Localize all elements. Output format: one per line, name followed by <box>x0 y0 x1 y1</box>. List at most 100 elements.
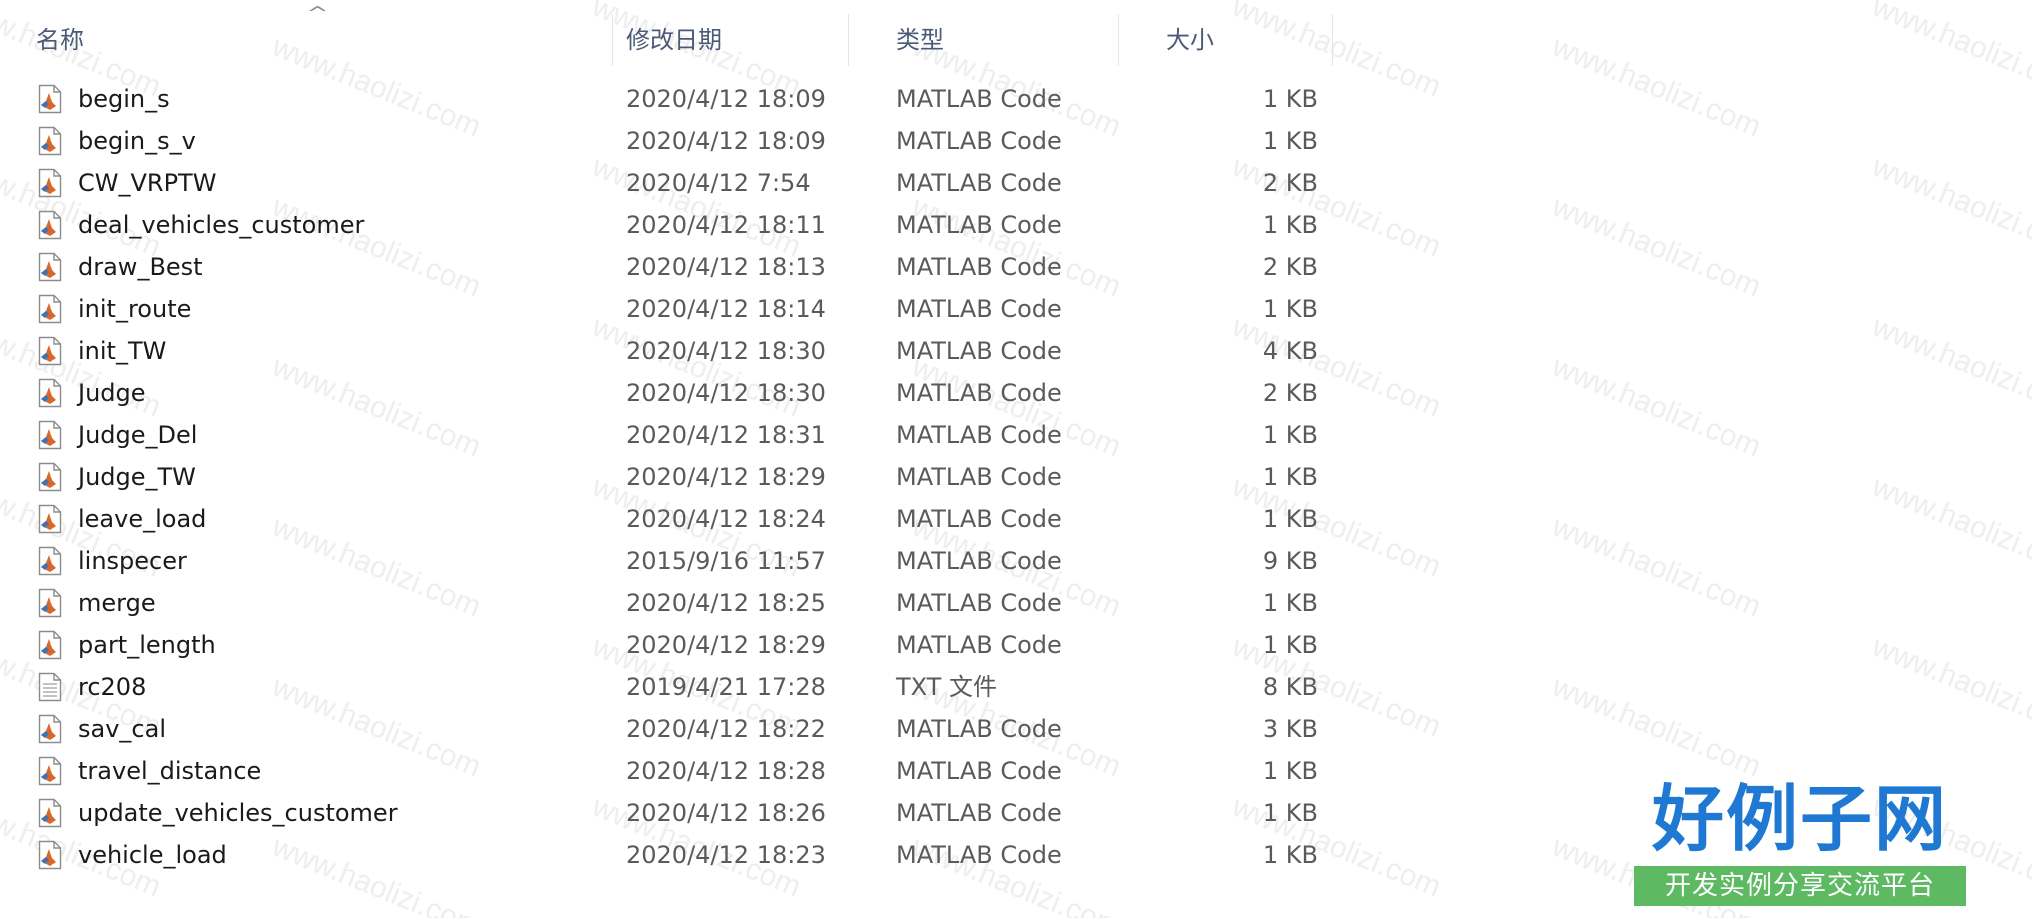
file-modified-date: 2020/4/12 18:09 <box>626 127 826 155</box>
column-header-date[interactable]: 修改日期 <box>626 0 886 80</box>
file-size: 1 KB <box>1262 211 1318 239</box>
file-row[interactable]: part_length 2020/4/12 18:29 MATLAB Code 1 K… <box>0 624 1340 666</box>
file-type: MATLAB Code <box>896 127 1062 155</box>
file-size: 1 KB <box>1262 421 1318 449</box>
file-type: TXT 文件 <box>896 673 997 701</box>
file-name: Judge <box>78 379 146 407</box>
matlab-file-icon <box>38 420 62 450</box>
file-row[interactable]: Judge_Del 2020/4/12 18:31 MATLAB Code 1 KB <box>0 414 1340 456</box>
column-header-type-label: 类型 <box>896 26 944 54</box>
file-list: begin_s 2020/4/12 18:09 MATLAB Code 1 KB beg… <box>0 78 1340 876</box>
file-modified-date: 2020/4/12 18:24 <box>626 505 826 533</box>
file-row[interactable]: Judge 2020/4/12 18:30 MATLAB Code 2 KB <box>0 372 1340 414</box>
file-type: MATLAB Code <box>896 757 1062 785</box>
watermark-text: www.haolizi.com <box>1867 310 2032 424</box>
file-type: MATLAB Code <box>896 505 1062 533</box>
file-type: MATLAB Code <box>896 715 1062 743</box>
column-header-name[interactable]: 名称 <box>36 0 606 80</box>
file-name: part_length <box>78 631 216 659</box>
column-divider[interactable] <box>1332 14 1333 66</box>
watermark-text: www.haolizi.com <box>1547 190 1766 304</box>
file-modified-date: 2020/4/12 18:30 <box>626 337 826 365</box>
file-modified-date: 2020/4/12 18:11 <box>626 211 826 239</box>
file-row[interactable]: init_route 2020/4/12 18:14 MATLAB Code 1 KB <box>0 288 1340 330</box>
file-name: leave_load <box>78 505 207 533</box>
file-row[interactable]: begin_s 2020/4/12 18:09 MATLAB Code 1 KB <box>0 78 1340 120</box>
file-size: 1 KB <box>1262 85 1318 113</box>
column-divider[interactable] <box>1118 14 1119 66</box>
file-name: sav_cal <box>78 715 166 743</box>
file-name: init_TW <box>78 337 167 365</box>
file-row[interactable]: update_vehicles_customer 2020/4/12 18:26 M… <box>0 792 1340 834</box>
matlab-file-icon <box>38 84 62 114</box>
file-name: linspecer <box>78 547 187 575</box>
file-type: MATLAB Code <box>896 379 1062 407</box>
file-size: 2 KB <box>1262 379 1318 407</box>
matlab-file-icon <box>38 336 62 366</box>
file-size: 8 KB <box>1262 673 1318 701</box>
file-explorer-list-view: www.haolizi.com www.haolizi.com www.haoliz… <box>0 0 2032 918</box>
matlab-file-icon <box>38 714 62 744</box>
file-type: MATLAB Code <box>896 841 1062 869</box>
file-row[interactable]: leave_load 2020/4/12 18:24 MATLAB Code 1 KB <box>0 498 1340 540</box>
file-row[interactable]: travel_distance 2020/4/12 18:28 MATLAB Cod… <box>0 750 1340 792</box>
file-type: MATLAB Code <box>896 631 1062 659</box>
file-row[interactable]: CW_VRPTW 2020/4/12 7:54 MATLAB Code 2 KB <box>0 162 1340 204</box>
file-modified-date: 2020/4/12 18:29 <box>626 463 826 491</box>
matlab-file-icon <box>38 546 62 576</box>
watermark-logo-title: 好例子网 <box>1651 776 1948 861</box>
file-row[interactable]: merge 2020/4/12 18:25 MATLAB Code 1 KB <box>0 582 1340 624</box>
file-row[interactable]: draw_Best 2020/4/12 18:13 MATLAB Code 2 KB <box>0 246 1340 288</box>
file-name: Judge_Del <box>78 421 198 449</box>
column-header-size-label: 大小 <box>1166 26 1214 54</box>
file-size: 4 KB <box>1262 337 1318 365</box>
watermark-text: www.haolizi.com <box>1867 0 2032 104</box>
file-row[interactable]: deal_vehicles_customer 2020/4/12 18:11 MAT… <box>0 204 1340 246</box>
file-modified-date: 2019/4/21 17:28 <box>626 673 826 701</box>
watermark-logo: 好例子网 开发实例分享交流平台 <box>1632 776 1968 906</box>
matlab-file-icon <box>38 252 62 282</box>
file-size: 3 KB <box>1262 715 1318 743</box>
file-size: 1 KB <box>1262 841 1318 869</box>
file-type: MATLAB Code <box>896 799 1062 827</box>
file-name: deal_vehicles_customer <box>78 211 365 239</box>
file-row[interactable]: vehicle_load 2020/4/12 18:23 MATLAB Code 1 … <box>0 834 1340 876</box>
file-row[interactable]: sav_cal 2020/4/12 18:22 MATLAB Code 3 KB <box>0 708 1340 750</box>
column-divider[interactable] <box>848 14 849 66</box>
file-row[interactable]: init_TW 2020/4/12 18:30 MATLAB Code 4 KB <box>0 330 1340 372</box>
file-modified-date: 2020/4/12 18:23 <box>626 841 826 869</box>
file-type: MATLAB Code <box>896 421 1062 449</box>
matlab-file-icon <box>38 756 62 786</box>
file-name: init_route <box>78 295 192 323</box>
watermark-text: www.haolizi.com <box>1867 630 2032 744</box>
matlab-file-icon <box>38 840 62 870</box>
file-name: Judge_TW <box>78 463 196 491</box>
column-divider[interactable] <box>612 14 613 66</box>
watermark-text: www.haolizi.com <box>1547 510 1766 624</box>
file-name: merge <box>78 589 156 617</box>
matlab-file-icon <box>38 378 62 408</box>
file-type: MATLAB Code <box>896 295 1062 323</box>
column-header-date-label: 修改日期 <box>626 26 722 54</box>
file-type: MATLAB Code <box>896 463 1062 491</box>
file-name: vehicle_load <box>78 841 227 869</box>
matlab-file-icon <box>38 588 62 618</box>
column-header-bar: ^ 名称 修改日期 类型 大小 <box>0 0 1340 80</box>
file-name: begin_s_v <box>78 127 196 155</box>
file-row[interactable]: rc208 2019/4/21 17:28 TXT 文件 8 KB <box>0 666 1340 708</box>
watermark-text: www.haolizi.com <box>1547 350 1766 464</box>
file-row[interactable]: linspecer 2015/9/16 11:57 MATLAB Code 9 KB <box>0 540 1340 582</box>
file-type: MATLAB Code <box>896 547 1062 575</box>
matlab-file-icon <box>38 210 62 240</box>
file-name: travel_distance <box>78 757 262 785</box>
file-modified-date: 2020/4/12 18:22 <box>626 715 826 743</box>
file-row[interactable]: begin_s_v 2020/4/12 18:09 MATLAB Code 1 KB <box>0 120 1340 162</box>
matlab-file-icon <box>38 630 62 660</box>
matlab-file-icon <box>38 168 62 198</box>
file-size: 1 KB <box>1262 463 1318 491</box>
column-header-size[interactable]: 大小 <box>1166 0 1334 80</box>
column-header-type[interactable]: 类型 <box>896 0 1156 80</box>
file-modified-date: 2020/4/12 18:14 <box>626 295 826 323</box>
file-row[interactable]: Judge_TW 2020/4/12 18:29 MATLAB Code 1 KB <box>0 456 1340 498</box>
file-size: 1 KB <box>1262 505 1318 533</box>
